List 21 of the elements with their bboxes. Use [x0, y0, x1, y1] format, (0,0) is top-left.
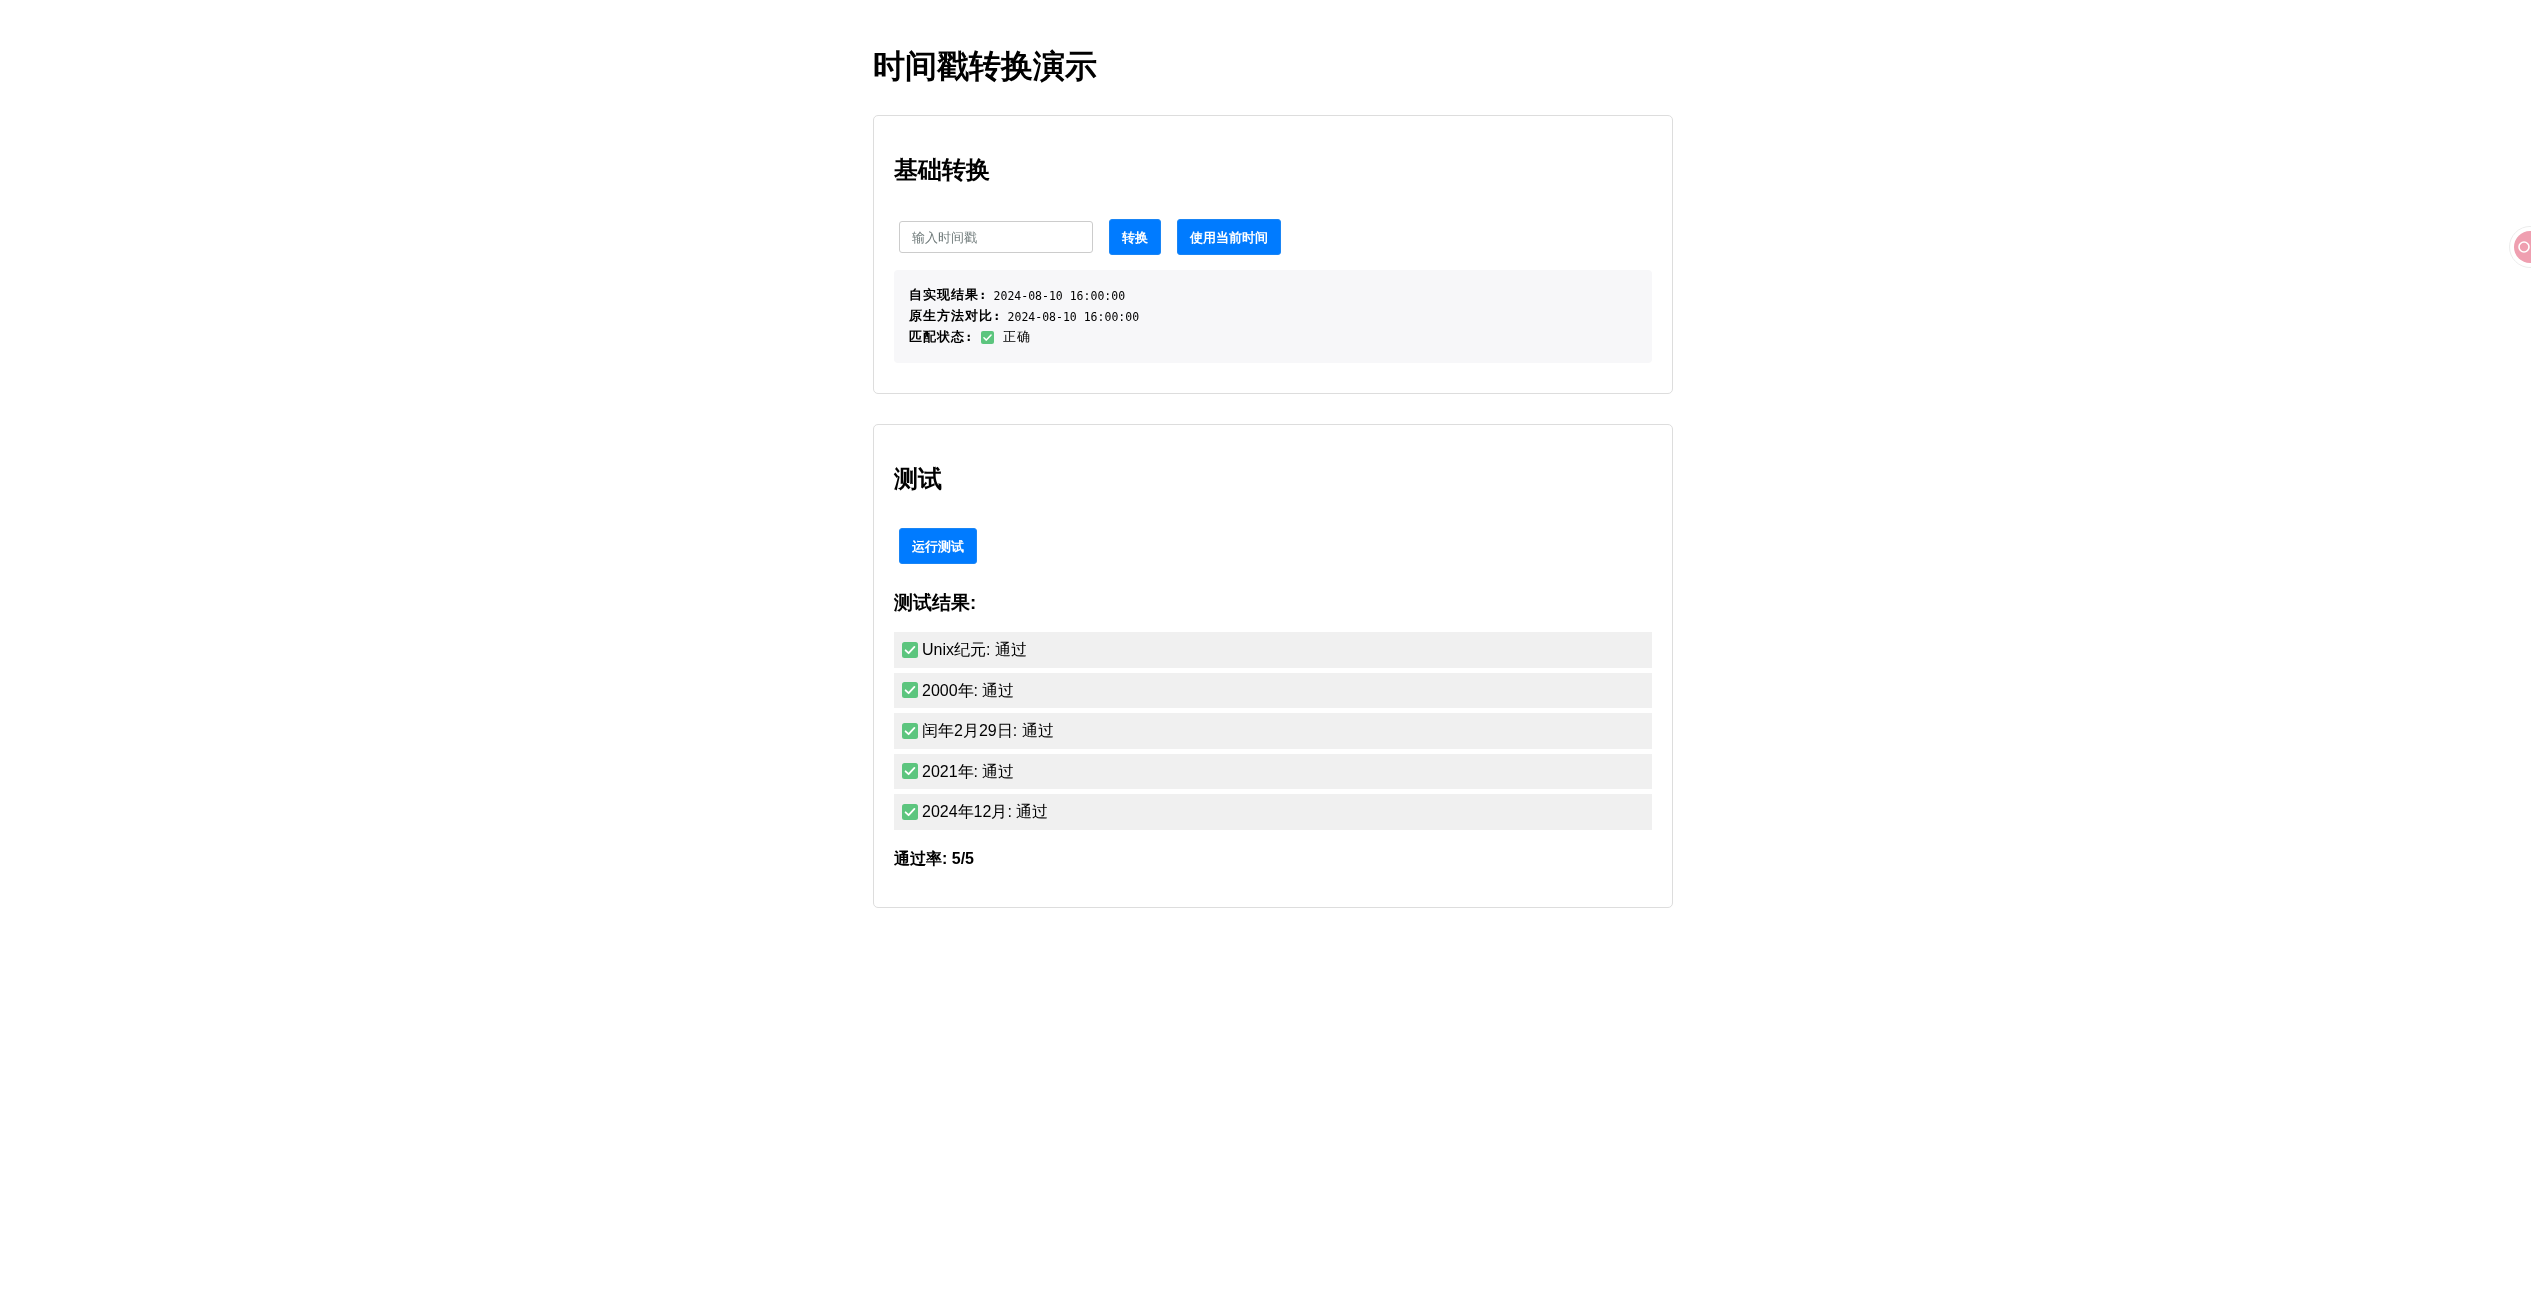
- test-result-text: 2024年12月: 通过: [922, 802, 1049, 822]
- result-value: 2024-08-10 16:00:00: [1007, 309, 1140, 324]
- current-time-button[interactable]: 使用当前时间: [1177, 219, 1281, 255]
- timestamp-input-field[interactable]: 输入时间戳: [899, 221, 1093, 253]
- test-result-text: 2000年: 通过: [922, 680, 1015, 700]
- section-heading: 基础转换: [894, 156, 991, 184]
- pass-rate: 通过率: 5/5: [894, 848, 975, 868]
- section-heading: 测试: [894, 465, 943, 493]
- page-title: 时间戳转换演示: [873, 48, 1098, 85]
- convert-button[interactable]: 转换: [1109, 219, 1161, 255]
- result-label: 原生方法对比:: [909, 308, 1002, 325]
- run-tests-button[interactable]: 运行测试: [899, 528, 977, 564]
- result-value: 2024-08-10 16:00:00: [993, 288, 1126, 303]
- results-heading: 测试结果:: [894, 592, 978, 614]
- match-value: 正确: [1002, 329, 1031, 346]
- result-label: 自实现结果:: [909, 287, 988, 304]
- match-label: 匹配状态:: [909, 329, 974, 346]
- test-result-text: 闰年2月29日: 通过: [922, 721, 1054, 741]
- floating-widget-icon[interactable]: [2508, 226, 2531, 268]
- test-result-text: Unix纪元: 通过: [922, 640, 1027, 660]
- test-result-text: 2021年: 通过: [922, 761, 1015, 781]
